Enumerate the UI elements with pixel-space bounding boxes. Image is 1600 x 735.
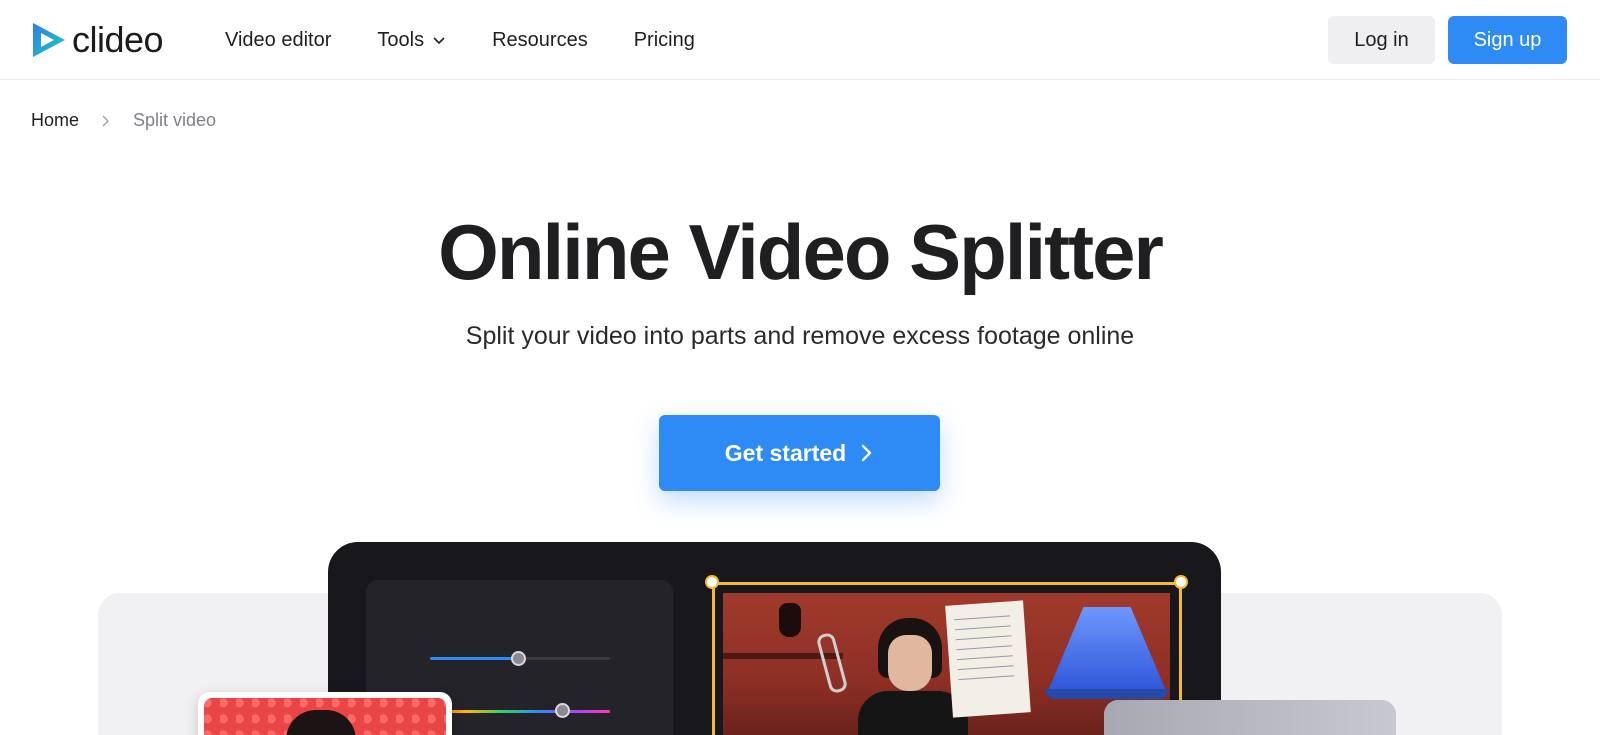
logo-text: clideo [72,19,164,60]
logo[interactable]: clideo [30,19,164,61]
chevron-down-icon [433,37,445,45]
nav-label: Resources [492,29,588,51]
nav-pricing[interactable]: Pricing [634,26,695,54]
main-nav: Video editor Tools Resources Pricing [225,26,741,54]
video-thumbnail [198,692,452,735]
nav-tools[interactable]: Tools [377,26,446,54]
breadcrumb-home[interactable]: Home [31,110,79,131]
page-subtitle: Split your video into parts and remove e… [465,322,1135,350]
nav-label: Pricing [633,29,695,51]
color-slider-track [430,710,610,713]
slider-knob [511,651,526,666]
nav-resources[interactable]: Resources [492,26,588,54]
slider-knob [555,703,570,718]
crop-handle [1174,575,1188,589]
signup-button[interactable]: Sign up [1448,16,1567,64]
chevron-right-icon [102,115,110,126]
chevron-right-icon [862,444,872,462]
slider-fill [430,657,520,660]
video-thumbnail [1104,700,1396,735]
get-started-button[interactable]: Get started [659,415,940,491]
get-started-label: Get started [724,439,847,466]
breadcrumb: Home Split video [31,110,216,131]
site-header: clideo Video editor Tools Resources Pric… [0,0,1600,80]
page-title: Online Video Splitter [438,208,1164,296]
play-logo-icon [33,23,65,57]
nav-video-editor[interactable]: Video editor [225,26,331,54]
crop-handle [705,575,719,589]
login-button[interactable]: Log in [1328,16,1435,64]
nav-label: Tools [377,29,425,51]
breadcrumb-current: Split video [133,110,217,130]
nav-label: Video editor [225,29,332,51]
